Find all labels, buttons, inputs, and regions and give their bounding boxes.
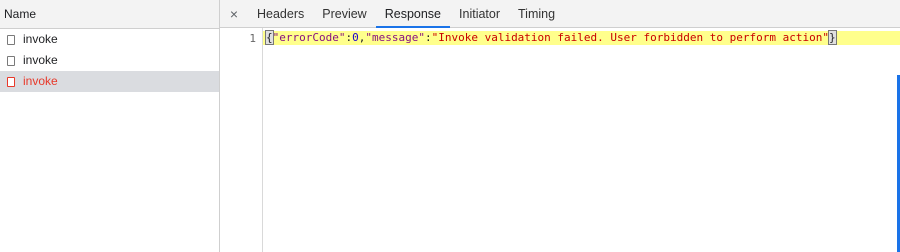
line-number: 1: [249, 32, 256, 45]
close-brace: }: [828, 30, 837, 45]
request-row[interactable]: invoke: [0, 50, 219, 71]
tab-initiator[interactable]: Initiator: [450, 0, 509, 27]
open-brace: {: [265, 30, 274, 45]
request-name: invoke: [23, 74, 58, 88]
response-editor[interactable]: 1 {"errorCode":0,"message":"Invoke valid…: [220, 28, 900, 252]
tab-timing[interactable]: Timing: [509, 0, 564, 27]
document-icon: [7, 55, 15, 66]
request-name: invoke: [23, 32, 58, 46]
details-panel: × Headers Preview Response Initiator Tim…: [220, 0, 900, 252]
response-code-line[interactable]: {"errorCode":0,"message":"Invoke validat…: [263, 30, 900, 45]
name-column-header[interactable]: Name: [0, 0, 219, 29]
json-value-errorcode: 0: [352, 31, 359, 44]
request-name: invoke: [23, 53, 58, 67]
document-icon: [7, 76, 15, 87]
line-gutter: 1: [220, 28, 263, 252]
requests-panel: Name invoke invoke invoke: [0, 0, 220, 252]
json-key-message: "message": [365, 31, 425, 44]
tab-headers[interactable]: Headers: [248, 0, 313, 27]
json-value-message: "Invoke validation failed. User forbidde…: [431, 31, 829, 44]
document-icon: [7, 34, 15, 45]
tab-response[interactable]: Response: [375, 0, 451, 28]
close-icon[interactable]: ×: [220, 0, 248, 27]
tab-preview[interactable]: Preview: [313, 0, 375, 27]
json-key-errorcode: "errorCode": [272, 31, 346, 44]
request-row-selected[interactable]: invoke: [0, 71, 219, 92]
details-tabbar: × Headers Preview Response Initiator Tim…: [220, 0, 900, 28]
request-row[interactable]: invoke: [0, 29, 219, 50]
json-colon: :: [424, 31, 432, 44]
